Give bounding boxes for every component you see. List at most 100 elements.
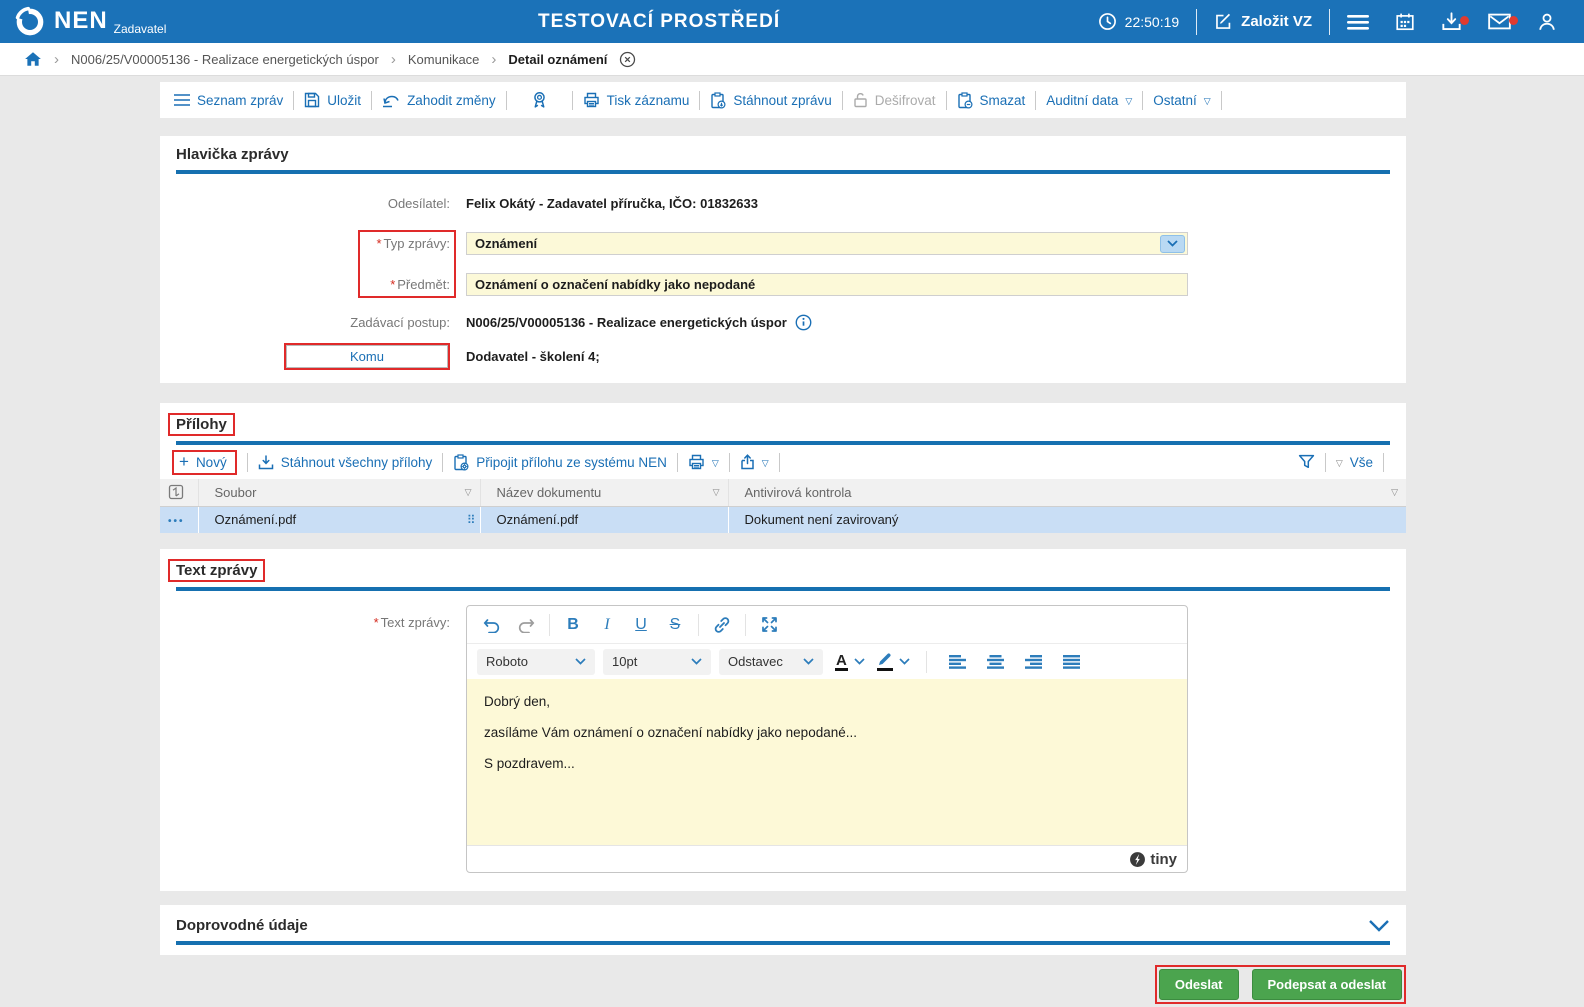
tiny-brand-text[interactable]: tiny (1150, 851, 1177, 868)
recipients-button[interactable]: Komu (286, 344, 448, 368)
text-color-button[interactable]: A (835, 653, 865, 671)
recipients-value: Dodavatel - školení 4; (466, 348, 600, 364)
download-all-attachments-button[interactable]: Stáhnout všechny přílohy (258, 455, 432, 470)
underline-button[interactable]: U (626, 611, 656, 639)
divider (1196, 8, 1198, 35)
sign-and-send-button[interactable]: Podepsat a odeslat (1251, 969, 1402, 1000)
print-record-button[interactable]: Tisk záznamu (583, 92, 689, 108)
collapse-chevron-icon[interactable] (1368, 919, 1390, 932)
close-tab-icon[interactable] (619, 51, 636, 68)
download-message-button[interactable]: Stáhnout zprávu (710, 91, 832, 109)
create-vz-button[interactable]: Založit VZ (1201, 12, 1325, 31)
procedure-label: Zadávací postup: (350, 315, 450, 330)
subject-input[interactable]: Oznámení o označení nabídky jako nepodan… (466, 272, 1188, 296)
section-title-doprovodne: Doprovodné údaje (176, 917, 308, 934)
message-type-select[interactable]: Oznámení (466, 231, 1188, 255)
fullscreen-button[interactable] (754, 611, 784, 639)
divider (1324, 452, 1326, 472)
decrypt-button: Dešifrovat (853, 92, 936, 108)
delete-button[interactable]: Smazat (957, 91, 1025, 109)
highlight-color-button[interactable] (876, 652, 910, 671)
divider (371, 90, 373, 110)
column-header-antivir[interactable]: Antivirová kontrola ▽ (728, 479, 1406, 507)
column-filter-icon[interactable]: ▽ (465, 487, 472, 498)
strikethrough-button[interactable]: S (660, 611, 690, 639)
nen-logo-icon (14, 6, 46, 38)
attachments-toolbar: + Nový Stáhnout všechny přílohy Připojit… (160, 445, 1406, 479)
select-chevron-button[interactable] (1160, 234, 1185, 253)
other-menu[interactable]: Ostatní ▽ (1153, 93, 1210, 108)
bold-button[interactable]: B (558, 611, 588, 639)
italic-button[interactable]: I (592, 611, 622, 639)
undo-button[interactable] (477, 611, 507, 639)
discard-changes-button[interactable]: Zahodit změny (382, 93, 496, 108)
message-list-button[interactable]: Seznam zpráv (174, 93, 283, 108)
attachment-row[interactable]: ••• Oznámení.pdf ⠿ Oznámení.pdf Dokument… (160, 505, 1406, 533)
dropdown-triangle-icon: ▽ (761, 457, 769, 468)
divider (293, 90, 295, 110)
redo-button[interactable] (511, 611, 541, 639)
font-family-select[interactable]: Roboto (477, 648, 595, 675)
breadcrumb-separator: › (54, 50, 59, 68)
calendar-button[interactable] (1382, 12, 1428, 32)
link-button[interactable] (707, 611, 737, 639)
export-attachments-button[interactable]: ▽ (740, 454, 769, 470)
breadcrumb-item-komunikace[interactable]: Komunikace (408, 52, 480, 67)
nen-logo[interactable]: NEN Zadavatel (14, 6, 166, 38)
filter-scope-select[interactable]: ▽ Vše (1336, 455, 1373, 470)
align-right-button[interactable] (1019, 648, 1049, 676)
section-title-prilohy: Přílohy (168, 413, 235, 436)
divider (1142, 90, 1144, 110)
cell-soubor[interactable]: Oznámení.pdf ⠿ (198, 505, 481, 533)
message-text-input[interactable]: Dobrý den, zasíláme Vám oznámení o označ… (467, 679, 1187, 845)
dropdown-triangle-icon: ▽ (711, 457, 719, 468)
info-icon[interactable] (795, 314, 812, 331)
breadcrumb-item-procedure[interactable]: N006/25/V00005136 - Realizace energetick… (71, 52, 379, 67)
downloads-button[interactable] (1428, 11, 1475, 32)
divider (676, 452, 678, 472)
seal-button[interactable] (517, 91, 562, 109)
subject-label: * Předmět: (390, 276, 450, 292)
message-line: S pozdravem... (484, 756, 575, 771)
cell-antivir: Dokument není zavirovaný (728, 505, 1406, 533)
drag-handle-icon[interactable]: ⠿ (467, 513, 476, 527)
mail-icon (1488, 11, 1511, 32)
new-attachment-button[interactable]: + Nový (179, 453, 227, 470)
save-button[interactable]: Uložit (304, 92, 361, 108)
column-header-soubor[interactable]: Soubor ▽ (198, 479, 481, 507)
hamburger-icon (1347, 13, 1369, 31)
editor-toolbar-row2: Roboto 10pt Odstavec A (467, 643, 1187, 679)
column-header-nazev[interactable]: Název dokumentu ▽ (480, 479, 729, 507)
user-profile-button[interactable] (1524, 12, 1570, 32)
sender-label: Odesílatel: (387, 195, 450, 211)
divider (925, 650, 927, 673)
font-size-select[interactable]: 10pt (603, 648, 711, 675)
audit-data-menu[interactable]: Auditní data ▽ (1046, 93, 1132, 108)
divider (778, 452, 780, 472)
row-menu-icon[interactable]: ••• (168, 516, 185, 527)
align-left-button[interactable] (943, 648, 973, 676)
column-filter-icon[interactable]: ▽ (713, 487, 720, 498)
message-text-label: * Text zprávy: (373, 615, 450, 630)
filter-button[interactable] (1298, 454, 1315, 470)
send-button[interactable]: Odeslat (1158, 969, 1239, 1000)
procedure-value: N006/25/V00005136 - Realizace energetick… (466, 315, 787, 330)
align-justify-button[interactable] (1057, 648, 1087, 676)
main-menu-button[interactable] (1334, 13, 1382, 31)
column-chooser-header[interactable] (160, 479, 199, 507)
messages-button[interactable] (1475, 11, 1524, 32)
block-format-select[interactable]: Odstavec (719, 648, 823, 675)
editor-status-bar: tiny (467, 845, 1187, 872)
dropdown-triangle-icon: ▽ (1203, 95, 1211, 106)
edit-icon (1214, 12, 1233, 31)
print-attachments-button[interactable]: ▽ (688, 454, 719, 470)
column-filter-icon[interactable]: ▽ (1391, 487, 1398, 498)
annotation-box-komu: Komu (284, 342, 450, 370)
home-icon[interactable] (24, 51, 42, 67)
align-center-button[interactable] (981, 648, 1011, 676)
tiny-logo-icon (1129, 851, 1146, 868)
attach-from-nen-button[interactable]: Připojit přílohu ze systému NEN (453, 453, 667, 471)
environment-title: TESTOVACÍ PROSTŘEDÍ (538, 10, 781, 32)
cell-nazev[interactable]: Oznámení.pdf (480, 505, 729, 533)
divider (549, 613, 550, 636)
